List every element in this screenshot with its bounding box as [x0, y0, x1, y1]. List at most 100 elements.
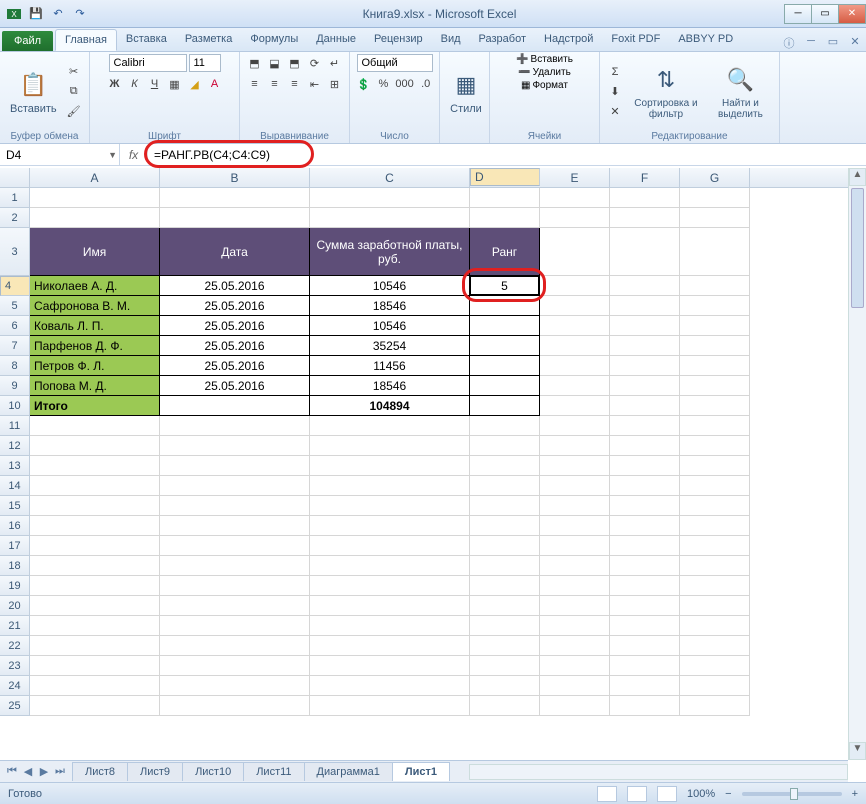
underline-button[interactable]: Ч — [146, 75, 164, 93]
fill-color-icon[interactable]: ◢ — [186, 75, 204, 93]
sheet-last-icon[interactable]: ⏭ — [52, 765, 68, 778]
cell-E5[interactable] — [540, 296, 610, 316]
cell-G18[interactable] — [680, 556, 750, 576]
cell-E1[interactable] — [540, 188, 610, 208]
maximize-button[interactable]: ▭ — [811, 4, 839, 24]
cell-F20[interactable] — [610, 596, 680, 616]
row-header-7[interactable]: 7 — [0, 336, 30, 356]
cell-sum-6[interactable]: 10546 — [310, 316, 470, 336]
comma-icon[interactable]: 000 — [394, 75, 414, 93]
sheet-next-icon[interactable]: ▶ — [36, 765, 52, 778]
cell-A1[interactable] — [30, 188, 160, 208]
col-header-D[interactable]: D — [470, 168, 540, 186]
cell-A16[interactable] — [30, 516, 160, 536]
ribbon-close-icon[interactable]: ✕ — [844, 35, 866, 51]
cell-D12[interactable] — [470, 436, 540, 456]
cell-G10[interactable] — [680, 396, 750, 416]
cell-date-4[interactable]: 25.05.2016 — [160, 276, 310, 296]
view-break-button[interactable] — [657, 786, 677, 802]
cell-E8[interactable] — [540, 356, 610, 376]
ribbon-restore-icon[interactable]: ▭ — [822, 35, 844, 51]
cell-C24[interactable] — [310, 676, 470, 696]
cell-A20[interactable] — [30, 596, 160, 616]
col-header-G[interactable]: G — [680, 168, 750, 187]
cell-D15[interactable] — [470, 496, 540, 516]
format-cells-button[interactable]: ▦Формат — [521, 80, 568, 91]
cell-E25[interactable] — [540, 696, 610, 716]
cell-B14[interactable] — [160, 476, 310, 496]
cell-G13[interactable] — [680, 456, 750, 476]
cell-C13[interactable] — [310, 456, 470, 476]
minimize-button[interactable]: ─ — [784, 4, 812, 24]
tab-Вид[interactable]: Вид — [432, 29, 470, 51]
undo-icon[interactable]: ↶ — [50, 6, 66, 22]
number-format-select[interactable]: Общий — [357, 54, 433, 72]
border-icon[interactable]: ▦ — [166, 75, 184, 93]
save-icon[interactable]: 💾 — [28, 6, 44, 22]
cell-total-label[interactable]: Итого — [30, 396, 160, 416]
font-color-icon[interactable]: A — [206, 75, 224, 93]
cell-rank-6[interactable] — [470, 316, 540, 336]
tab-Надстрой[interactable]: Надстрой — [535, 29, 602, 51]
cell-G21[interactable] — [680, 616, 750, 636]
align-center-icon[interactable]: ≡ — [266, 75, 284, 93]
cell-B2[interactable] — [160, 208, 310, 228]
redo-icon[interactable]: ↷ — [72, 6, 88, 22]
fx-label[interactable]: fx — [120, 148, 148, 162]
select-all-corner[interactable] — [0, 168, 30, 187]
row-header-6[interactable]: 6 — [0, 316, 30, 336]
cell-rank-5[interactable] — [470, 296, 540, 316]
worksheet-grid[interactable]: ABCDEFG 12345678910111213141516171819202… — [0, 168, 848, 760]
cell-D23[interactable] — [470, 656, 540, 676]
cell-F3[interactable] — [610, 228, 680, 276]
cell-A17[interactable] — [30, 536, 160, 556]
cell-sum-7[interactable]: 35254 — [310, 336, 470, 356]
cell-name-5[interactable]: Сафронова В. М. — [30, 296, 160, 316]
sheet-first-icon[interactable]: ⏮ — [4, 765, 20, 778]
percent-icon[interactable]: % — [374, 75, 392, 93]
cell-name-9[interactable]: Попова М. Д. — [30, 376, 160, 396]
cell-E16[interactable] — [540, 516, 610, 536]
cell-A23[interactable] — [30, 656, 160, 676]
sheet-tab-Лист9[interactable]: Лист9 — [127, 762, 183, 781]
cell-total-b[interactable] — [160, 396, 310, 416]
cell-C14[interactable] — [310, 476, 470, 496]
cell-D21[interactable] — [470, 616, 540, 636]
format-painter-icon[interactable]: 🖌 — [65, 103, 83, 121]
cell-B15[interactable] — [160, 496, 310, 516]
cell-G2[interactable] — [680, 208, 750, 228]
cell-E11[interactable] — [540, 416, 610, 436]
cell-F10[interactable] — [610, 396, 680, 416]
tab-Разметка[interactable]: Разметка — [176, 29, 242, 51]
col-header-F[interactable]: F — [610, 168, 680, 187]
ribbon-min-icon[interactable]: ─ — [800, 35, 822, 51]
zoom-out-icon[interactable]: − — [725, 788, 731, 800]
header-rank[interactable]: Ранг — [470, 228, 540, 276]
currency-icon[interactable]: 💲 — [354, 75, 372, 93]
cell-D18[interactable] — [470, 556, 540, 576]
cell-D17[interactable] — [470, 536, 540, 556]
cell-rank-7[interactable] — [470, 336, 540, 356]
copy-icon[interactable]: ⧉ — [65, 83, 83, 101]
cell-A21[interactable] — [30, 616, 160, 636]
row-header-18[interactable]: 18 — [0, 556, 30, 576]
col-header-E[interactable]: E — [540, 168, 610, 187]
name-box[interactable]: D4▼ — [0, 144, 120, 165]
tab-Формулы[interactable]: Формулы — [241, 29, 307, 51]
cell-A12[interactable] — [30, 436, 160, 456]
italic-button[interactable]: К — [126, 75, 144, 93]
clear-icon[interactable]: ✕ — [606, 103, 624, 121]
cell-B17[interactable] — [160, 536, 310, 556]
cell-D24[interactable] — [470, 676, 540, 696]
cell-C16[interactable] — [310, 516, 470, 536]
tab-Разработ[interactable]: Разработ — [470, 29, 535, 51]
wrap-text-icon[interactable]: ↵ — [326, 54, 344, 72]
tab-Foxit PDF[interactable]: Foxit PDF — [602, 29, 669, 51]
col-header-C[interactable]: C — [310, 168, 470, 187]
cell-G22[interactable] — [680, 636, 750, 656]
delete-cells-button[interactable]: ➖Удалить — [518, 67, 571, 78]
header-date[interactable]: Дата — [160, 228, 310, 276]
col-header-A[interactable]: A — [30, 168, 160, 187]
cell-E18[interactable] — [540, 556, 610, 576]
cell-E7[interactable] — [540, 336, 610, 356]
